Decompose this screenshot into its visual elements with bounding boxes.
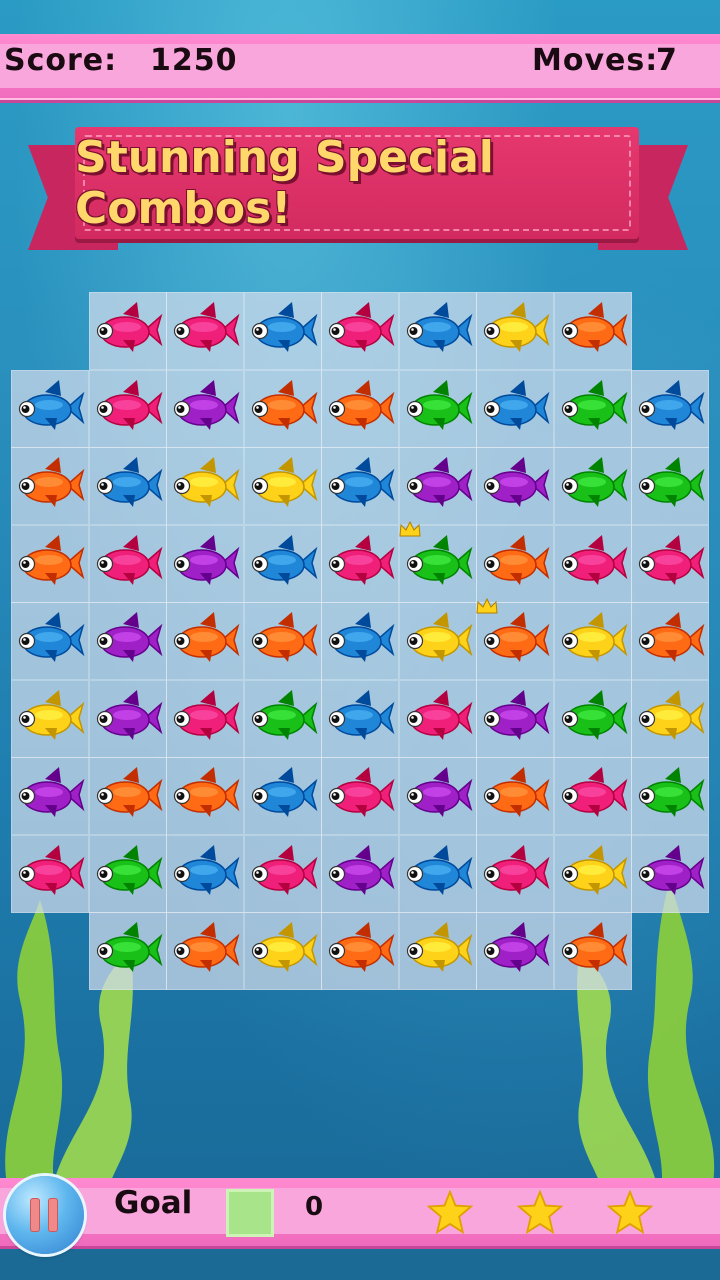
star-icon xyxy=(427,1190,473,1234)
board-cell[interactable] xyxy=(243,602,322,680)
board-cell[interactable] xyxy=(321,834,399,913)
board-cell[interactable] xyxy=(11,679,89,758)
board-cell[interactable] xyxy=(553,757,632,835)
board-cell[interactable] xyxy=(166,679,244,758)
board-cell[interactable] xyxy=(88,912,167,990)
board-cell[interactable] xyxy=(631,757,709,835)
board-cell[interactable] xyxy=(398,679,477,758)
board-cell[interactable] xyxy=(166,834,244,913)
board-cell[interactable] xyxy=(88,524,167,603)
board-cell[interactable] xyxy=(166,757,244,835)
board-cell[interactable] xyxy=(631,524,709,603)
board-cell[interactable] xyxy=(166,602,244,680)
board-cell[interactable] xyxy=(631,602,709,680)
board-cell[interactable] xyxy=(243,292,322,370)
board-cell[interactable] xyxy=(243,834,322,913)
board-cell[interactable] xyxy=(166,447,244,525)
board-cell[interactable] xyxy=(88,602,167,680)
board-cell[interactable] xyxy=(166,912,244,990)
board-cell[interactable] xyxy=(553,292,632,370)
star-icon xyxy=(517,1190,563,1234)
board-cell[interactable] xyxy=(11,369,89,448)
board-cell[interactable] xyxy=(476,912,554,990)
board-cell[interactable] xyxy=(321,912,399,990)
game-board xyxy=(0,0,720,1280)
board-cell[interactable] xyxy=(476,369,554,448)
board-cell[interactable] xyxy=(476,679,554,758)
board-cell[interactable] xyxy=(166,524,244,603)
board-cell[interactable] xyxy=(243,369,322,448)
board-cell[interactable] xyxy=(321,757,399,835)
board-cell[interactable] xyxy=(321,524,399,603)
board-cell[interactable] xyxy=(476,834,554,913)
board-cell[interactable] xyxy=(631,834,709,913)
board-cell[interactable] xyxy=(398,292,477,370)
board-cell[interactable] xyxy=(11,757,89,835)
board-cell[interactable] xyxy=(243,757,322,835)
board-cell[interactable] xyxy=(88,757,167,835)
board-cell[interactable] xyxy=(11,524,89,603)
board-cell[interactable] xyxy=(166,292,244,370)
board-cell[interactable] xyxy=(398,602,477,680)
board-cell[interactable] xyxy=(553,524,632,603)
board-cell[interactable] xyxy=(321,369,399,448)
board-cell[interactable] xyxy=(321,679,399,758)
board-cell[interactable] xyxy=(321,292,399,370)
board-cell[interactable] xyxy=(476,757,554,835)
crown-icon xyxy=(476,597,498,614)
board-cell[interactable] xyxy=(553,602,632,680)
board-cell[interactable] xyxy=(476,597,554,680)
goal-tile-icon xyxy=(226,1189,274,1237)
board-cell[interactable] xyxy=(476,447,554,525)
board-cell[interactable] xyxy=(88,369,167,448)
pause-button[interactable] xyxy=(6,1176,84,1254)
board-cell[interactable] xyxy=(398,912,477,990)
board-cell[interactable] xyxy=(88,679,167,758)
board-cell[interactable] xyxy=(553,912,632,990)
board-cell[interactable] xyxy=(243,679,322,758)
goal-label: Goal xyxy=(114,1185,193,1221)
board-cell[interactable] xyxy=(398,834,477,913)
board-cell[interactable] xyxy=(243,524,322,603)
board-cell[interactable] xyxy=(166,369,244,448)
board-cell[interactable] xyxy=(88,292,167,370)
board-cell[interactable] xyxy=(321,447,399,525)
board-cell[interactable] xyxy=(398,757,477,835)
board-cell[interactable] xyxy=(631,679,709,758)
board-cell[interactable] xyxy=(11,447,89,525)
board-cell[interactable] xyxy=(88,834,167,913)
board-cell[interactable] xyxy=(476,524,554,603)
board-cell[interactable] xyxy=(553,679,632,758)
pause-icon xyxy=(30,1198,40,1232)
board-cell[interactable] xyxy=(243,447,322,525)
board-cell[interactable] xyxy=(631,447,709,525)
board-cell[interactable] xyxy=(631,369,709,448)
board-cell[interactable] xyxy=(398,520,477,603)
board-cell[interactable] xyxy=(553,834,632,913)
crown-icon xyxy=(398,520,421,537)
board-cell[interactable] xyxy=(553,369,632,448)
board-cell[interactable] xyxy=(321,602,399,680)
board-cell[interactable] xyxy=(398,369,477,448)
board-cell[interactable] xyxy=(243,912,322,990)
board-cell[interactable] xyxy=(553,447,632,525)
board-cell[interactable] xyxy=(476,292,554,370)
star-icon xyxy=(607,1190,653,1234)
goal-count: 0 xyxy=(305,1192,324,1222)
board-cell[interactable] xyxy=(11,602,89,680)
board-cell[interactable] xyxy=(398,447,477,525)
board-cell[interactable] xyxy=(88,447,167,525)
board-cell[interactable] xyxy=(11,834,89,913)
